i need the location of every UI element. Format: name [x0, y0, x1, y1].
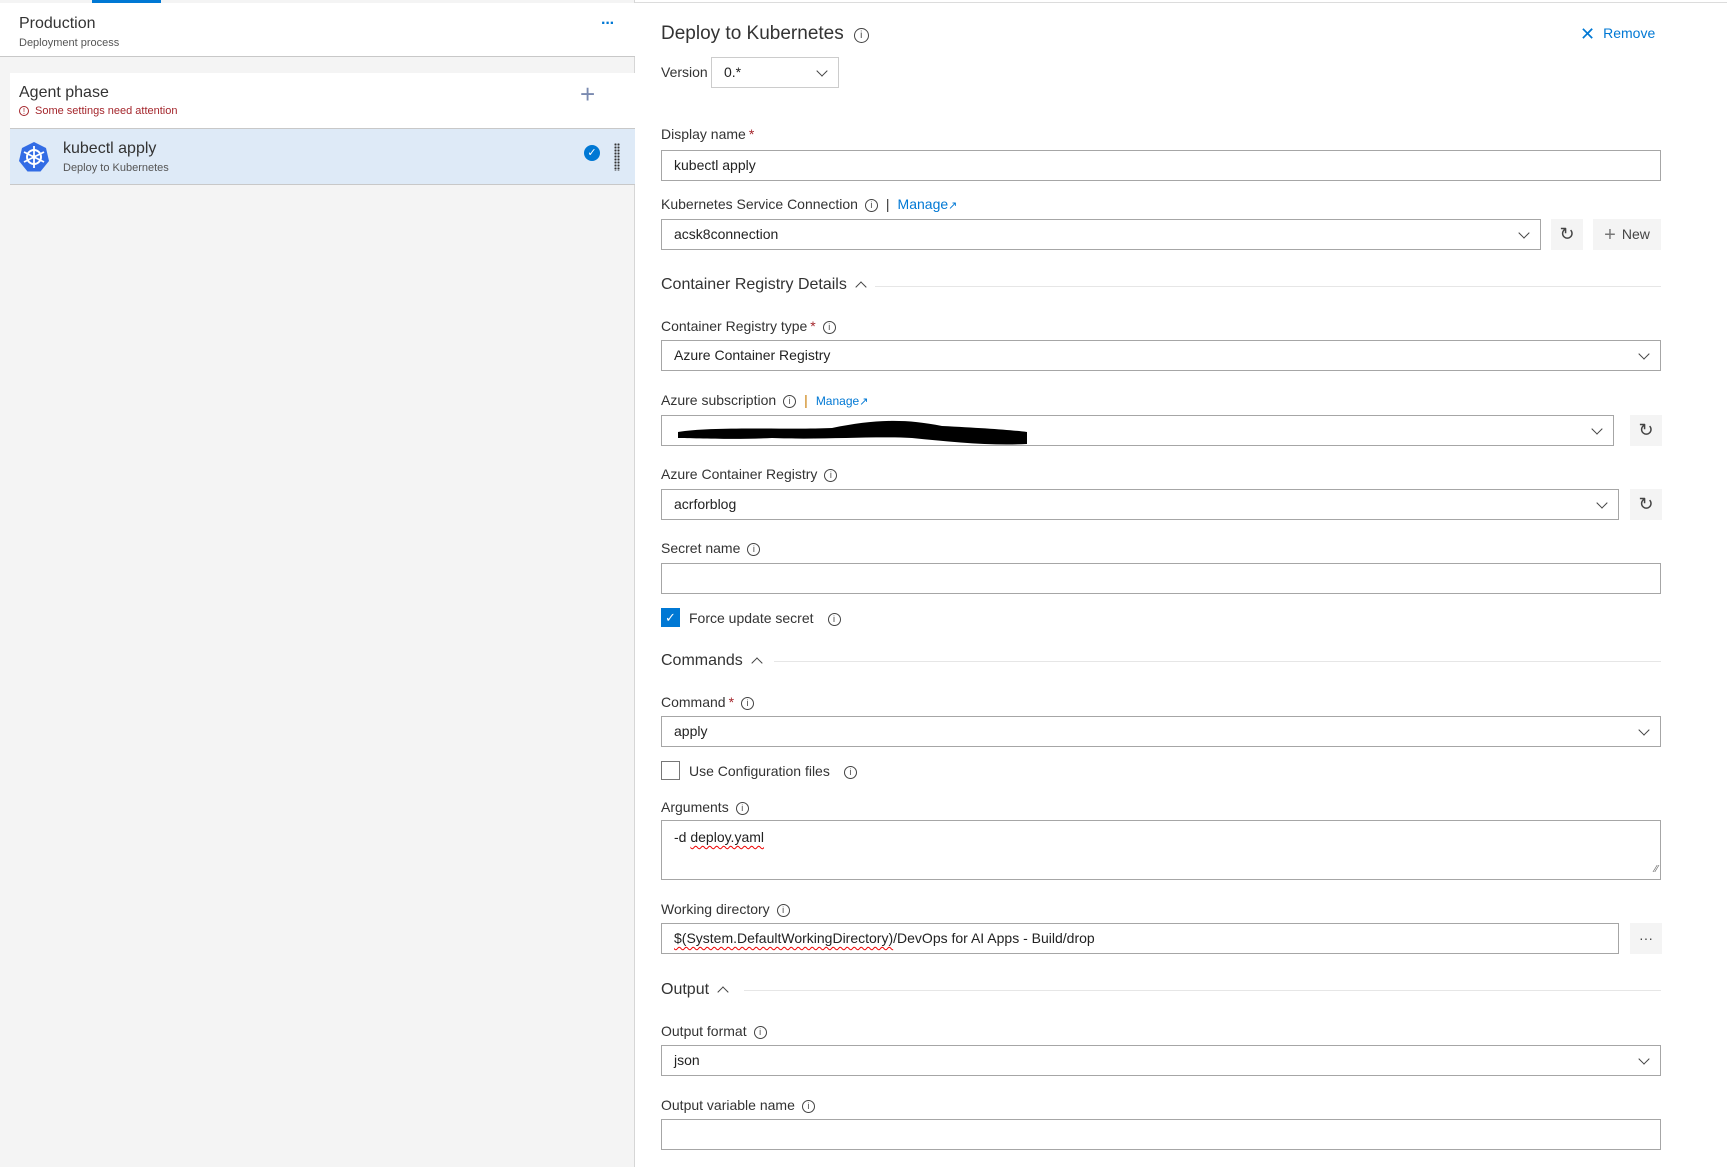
refresh-icon[interactable]: ↻ [1630, 489, 1662, 520]
azure-subscription-label: Azure subscription i | Manage↗ [661, 392, 869, 408]
display-name-input[interactable]: kubectl apply [661, 150, 1661, 181]
more-options-icon[interactable]: ··· [601, 15, 615, 33]
external-link-icon: ↗ [859, 396, 869, 408]
task-item-kubectl-apply[interactable]: kubectl apply Deploy to Kubernetes ✓ [10, 129, 635, 185]
agent-phase[interactable]: Agent phase ! Some settings need attentio… [10, 73, 635, 129]
enabled-check-icon[interactable]: ✓ [584, 145, 600, 161]
k8s-connection-select[interactable]: acsk8connection [661, 219, 1541, 250]
output-variable-input[interactable] [661, 1119, 1661, 1150]
info-icon[interactable]: i [827, 613, 841, 626]
working-directory-label: Working directory i [661, 901, 790, 917]
phase-warning: ! Some settings need attention [19, 105, 177, 117]
k8s-connection-label: Kubernetes Service Connection i | Manage↗ [661, 196, 958, 212]
pipeline-tasks-panel: Production Deployment process ··· Agent … [0, 0, 635, 1167]
warning-icon: ! [19, 106, 29, 116]
remove-button[interactable]: ✕ Remove [1580, 24, 1655, 45]
task-subtitle: Deploy to Kubernetes [63, 162, 169, 174]
divider [744, 990, 1661, 991]
info-icon[interactable]: i [776, 904, 790, 917]
use-config-checkbox[interactable] [661, 761, 680, 780]
kubernetes-icon [19, 142, 49, 172]
manage-link[interactable]: Manage [816, 394, 859, 408]
registry-type-select[interactable]: Azure Container Registry [661, 340, 1661, 371]
phase-title: Agent phase [19, 84, 109, 101]
external-link-icon: ↗ [948, 200, 958, 212]
secret-name-label: Secret name i [661, 540, 761, 556]
info-icon[interactable]: i [824, 469, 838, 482]
acr-label: Azure Container Registry i [661, 466, 838, 482]
close-icon: ✕ [1580, 24, 1596, 44]
task-title: kubectl apply [63, 140, 157, 157]
active-tab-indicator [92, 0, 161, 3]
info-icon[interactable]: i [801, 1100, 815, 1113]
redaction-scribble [678, 420, 1027, 445]
info-icon[interactable]: i [783, 395, 797, 408]
chevron-up-icon [717, 986, 729, 998]
info-icon[interactable]: i [864, 199, 878, 212]
refresh-icon[interactable]: ↻ [1630, 415, 1662, 446]
info-icon[interactable]: i [735, 802, 749, 815]
browse-button[interactable]: ··· [1630, 923, 1662, 954]
chevron-up-icon [855, 281, 867, 293]
command-label: Command * i [661, 694, 755, 710]
plus-icon: + [1604, 224, 1616, 246]
registry-type-label: Container Registry type * i [661, 318, 836, 334]
resize-handle-icon[interactable]: ⁄⁄ [1655, 861, 1658, 879]
divider [774, 661, 1661, 662]
secret-name-input[interactable] [661, 563, 1661, 594]
registry-section-header[interactable]: Container Registry Details [661, 276, 867, 294]
divider [875, 286, 1661, 287]
use-config-label: Use Configuration files i [689, 763, 857, 779]
force-update-checkbox[interactable]: ✓ [661, 608, 680, 627]
stage-title: Production [19, 15, 96, 32]
commands-section-header[interactable]: Commands [661, 652, 763, 670]
info-icon[interactable]: i [843, 766, 857, 779]
output-section-header[interactable]: Output [661, 981, 729, 999]
working-directory-input[interactable]: $(System.DefaultWorkingDirectory)/DevOps… [661, 923, 1619, 954]
output-variable-label: Output variable name i [661, 1097, 815, 1113]
manage-link[interactable]: Manage [898, 196, 949, 212]
output-format-label: Output format i [661, 1023, 767, 1039]
stage-subtitle: Deployment process [19, 37, 120, 49]
info-icon[interactable]: i [853, 28, 869, 43]
azure-subscription-select[interactable] [661, 415, 1614, 446]
info-icon[interactable]: i [822, 321, 836, 334]
info-icon[interactable]: i [747, 543, 761, 556]
acr-select[interactable]: acrforblog [661, 489, 1619, 520]
refresh-icon[interactable]: ↻ [1551, 219, 1583, 250]
stage-header[interactable]: Production Deployment process ··· [0, 3, 635, 57]
version-select[interactable]: 0.* [711, 57, 839, 88]
display-name-label: Display name * [661, 126, 755, 142]
add-task-icon[interactable]: + [580, 79, 595, 110]
force-update-label: Force update secret i [689, 610, 841, 626]
drag-handle-icon[interactable] [614, 143, 620, 171]
arguments-textarea[interactable]: -d deploy.yaml ⁄⁄ [661, 820, 1661, 880]
info-icon[interactable]: i [753, 1026, 767, 1039]
command-select[interactable]: apply [661, 716, 1661, 747]
arguments-label: Arguments i [661, 799, 749, 815]
version-label: Version [661, 64, 708, 80]
output-format-select[interactable]: json [661, 1045, 1661, 1076]
task-editor-title: Deploy to Kubernetes i [661, 23, 869, 45]
warning-text: Some settings need attention [35, 105, 178, 117]
new-connection-button[interactable]: + New [1593, 219, 1661, 250]
info-icon[interactable]: i [741, 697, 755, 710]
chevron-up-icon [751, 657, 763, 669]
